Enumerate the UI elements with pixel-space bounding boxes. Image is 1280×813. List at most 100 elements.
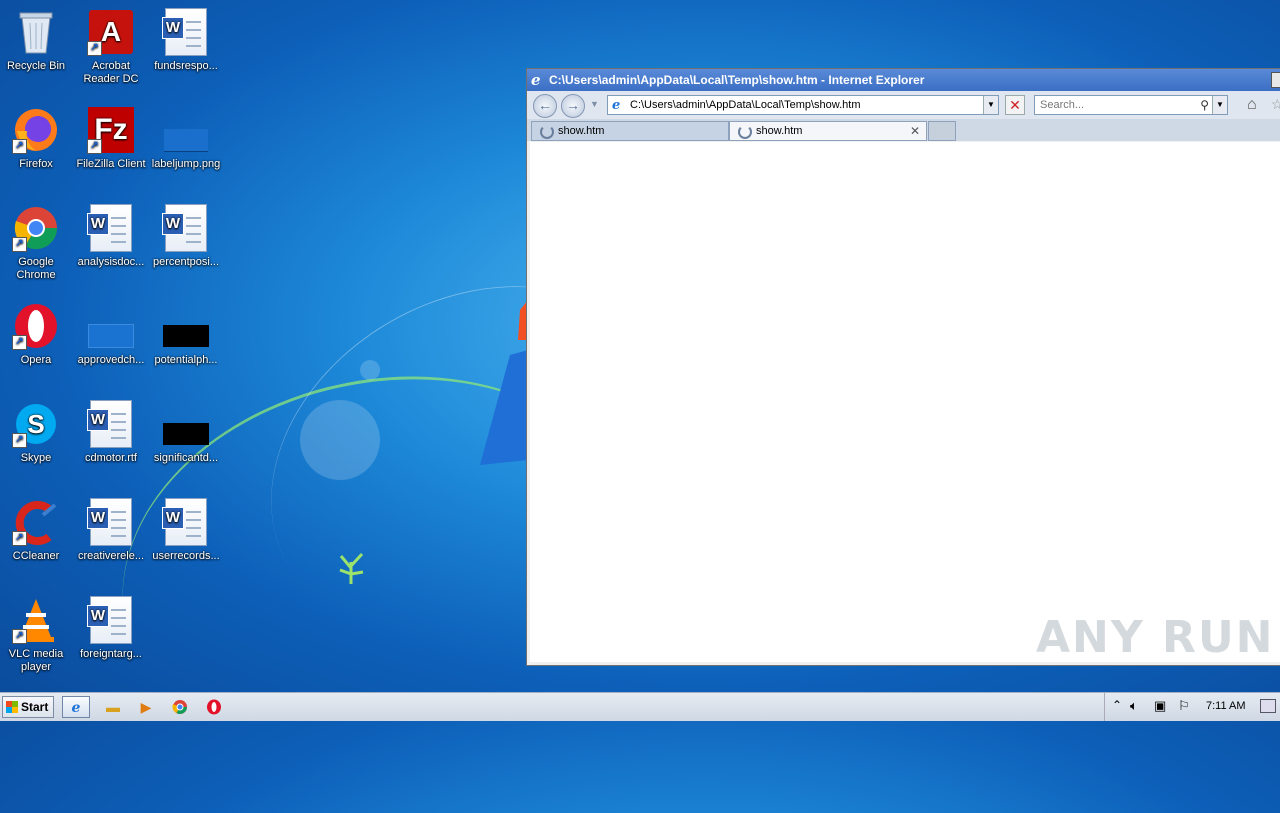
navigation-bar: ← → ▼ e C:\Users\admin\AppData\Local\Tem…: [527, 91, 1280, 119]
desktop-icon-label: Google Chrome: [16, 256, 56, 281]
start-label: Start: [21, 700, 49, 714]
shortcut-arrow-icon: ↗: [12, 629, 27, 644]
taskbar-internet-explorer-icon[interactable]: e: [62, 696, 90, 718]
shortcut-arrow-icon: ↗: [12, 237, 27, 252]
desktop-icon-acrobat[interactable]: A ↗ Acrobat Reader DC: [73, 8, 149, 86]
windows-logo-fragment: [480, 300, 528, 465]
show-desktop-button[interactable]: [1260, 699, 1276, 713]
desktop-icon-analysisdoc[interactable]: W analysisdoc...: [73, 204, 149, 269]
new-tab-button[interactable]: [928, 121, 956, 141]
word-document-icon: W: [162, 8, 210, 56]
filezilla-icon: Fz ↗: [87, 106, 135, 154]
desktop-icon-label: creativerele...: [77, 550, 145, 562]
tab-label: show.htm: [558, 125, 605, 137]
stop-button[interactable]: ✕: [1005, 95, 1025, 115]
svg-text:S: S: [27, 409, 44, 439]
desktop-icon-label: Acrobat Reader DC: [83, 60, 139, 85]
desktop-icon-label: Opera: [20, 354, 52, 366]
taskbar-media-player-icon[interactable]: ▶: [132, 696, 160, 718]
desktop-icon-label: cdmotor.rtf: [85, 452, 137, 464]
desktop-icon-foreigntarg[interactable]: W foreigntarg...: [73, 596, 149, 661]
taskbar-chrome-icon[interactable]: [166, 696, 194, 718]
anyrun-watermark: ANY RUN: [1036, 612, 1275, 663]
tab-bar: show.htm show.htm ✕: [527, 119, 1280, 141]
window-title: C:\Users\admin\AppData\Local\Temp\show.h…: [549, 73, 925, 87]
shortcut-arrow-icon: ↗: [12, 335, 27, 350]
page-content[interactable]: [530, 142, 1280, 662]
shortcut-arrow-icon: ↗: [12, 531, 27, 546]
loading-spinner-icon: [540, 125, 554, 139]
action-center-flag-icon[interactable]: ⚐: [1178, 698, 1190, 714]
network-icon[interactable]: ▣: [1154, 698, 1166, 714]
favorites-star-icon[interactable]: ☆: [1271, 96, 1280, 113]
desktop-icon-approvedch[interactable]: approvedch...: [73, 302, 149, 367]
desktop-icon-label: potentialph...: [154, 354, 218, 366]
ccleaner-icon: ↗: [12, 498, 60, 546]
desktop-icon-google-chrome[interactable]: ↗ Google Chrome: [0, 204, 74, 282]
desktop-icon-fundsrespo[interactable]: W fundsrespo...: [148, 8, 224, 73]
shortcut-arrow-icon: ↗: [12, 139, 27, 154]
word-document-icon: W: [87, 596, 135, 644]
desktop-icon-label: FileZilla Client: [76, 158, 146, 170]
start-button[interactable]: Start: [2, 696, 54, 718]
tab-show-htm-1[interactable]: show.htm: [531, 121, 729, 141]
page-icon: e: [612, 98, 621, 113]
desktop-icon-filezilla[interactable]: Fz ↗ FileZilla Client: [73, 106, 149, 171]
address-dropdown-icon[interactable]: ▼: [983, 96, 998, 114]
desktop-icon-skype[interactable]: S ↗ Skype: [0, 400, 74, 465]
desktop-icon-recycle-bin[interactable]: Recycle Bin: [0, 8, 74, 73]
desktop-icon-label: VLC media player: [8, 648, 64, 673]
desktop-icon-firefox[interactable]: ↗ Firefox: [0, 106, 74, 171]
forward-button[interactable]: →: [561, 94, 585, 118]
desktop-icon-label: Skype: [20, 452, 52, 464]
loading-spinner-icon: [738, 125, 752, 139]
desktop-icon-label: userrecords...: [152, 550, 220, 562]
taskbar-opera-icon[interactable]: [200, 696, 228, 718]
tray-divider: [1104, 693, 1105, 721]
search-input[interactable]: Search... ⚲ ▼: [1034, 95, 1228, 115]
desktop-icon-cdmotor[interactable]: W cdmotor.rtf: [73, 400, 149, 465]
word-document-icon: W: [87, 400, 135, 448]
desktop-icon-potentialph[interactable]: potentialph...: [148, 302, 224, 367]
word-document-icon: W: [87, 204, 135, 252]
taskbar-explorer-folder-icon[interactable]: ▬: [99, 696, 127, 718]
desktop-icon-label: fundsrespo...: [154, 60, 218, 72]
home-icon[interactable]: ⌂: [1247, 96, 1257, 114]
desktop-icon-significantd[interactable]: significantd...: [148, 400, 224, 465]
desktop-icon-ccleaner[interactable]: ↗ CCleaner: [0, 498, 74, 563]
desktop-icon-label: significantd...: [153, 452, 219, 464]
desktop-icon-vlc[interactable]: ↗ VLC media player: [0, 596, 74, 674]
acrobat-reader-icon: A ↗: [87, 8, 135, 56]
recent-pages-dropdown-icon[interactable]: ▼: [590, 99, 599, 109]
desktop-icon-opera[interactable]: ↗ Opera: [0, 302, 74, 367]
window-titlebar[interactable]: e C:\Users\admin\AppData\Local\Temp\show…: [527, 69, 1280, 91]
taskbar: Start e ▬ ▶ ⌃ 🔈︎ ▣ ⚐ 7:11 AM: [0, 692, 1280, 721]
wallpaper-flare: [360, 360, 380, 380]
desktop-icon-label: analysisdoc...: [77, 256, 145, 268]
clock[interactable]: 7:11 AM: [1206, 700, 1246, 712]
volume-icon[interactable]: 🔈︎: [1130, 698, 1138, 714]
desktop-icon-label: foreigntarg...: [80, 648, 142, 660]
desktop-icon-labeljump[interactable]: labeljump.png: [148, 106, 224, 171]
firefox-icon: ↗: [12, 106, 60, 154]
desktop-icon-label: labeljump.png: [151, 158, 221, 170]
show-hidden-icons-icon[interactable]: ⌃: [1112, 698, 1122, 712]
tab-label: show.htm: [756, 125, 803, 137]
tab-show-htm-2[interactable]: show.htm ✕: [729, 121, 927, 141]
close-tab-icon[interactable]: ✕: [910, 122, 920, 140]
search-icon[interactable]: ⚲: [1200, 96, 1209, 114]
shortcut-arrow-icon: ↗: [87, 41, 102, 56]
desktop-icon-label: percentposi...: [152, 256, 220, 268]
desktop-icon-label: approvedch...: [77, 354, 145, 366]
minimize-button[interactable]: [1271, 72, 1280, 88]
back-button[interactable]: ←: [533, 94, 557, 118]
desktop-icon-label: Firefox: [19, 158, 53, 170]
word-document-icon: W: [87, 498, 135, 546]
search-dropdown-icon[interactable]: ▼: [1212, 96, 1227, 114]
desktop-icon-userrecords[interactable]: W userrecords...: [148, 498, 224, 563]
address-bar[interactable]: e C:\Users\admin\AppData\Local\Temp\show…: [607, 95, 999, 115]
desktop-icon-percentposi[interactable]: W percentposi...: [148, 204, 224, 269]
internet-explorer-window[interactable]: e C:\Users\admin\AppData\Local\Temp\show…: [526, 68, 1280, 666]
image-file-icon: [87, 302, 135, 350]
desktop-icon-creativerele[interactable]: W creativerele...: [73, 498, 149, 563]
